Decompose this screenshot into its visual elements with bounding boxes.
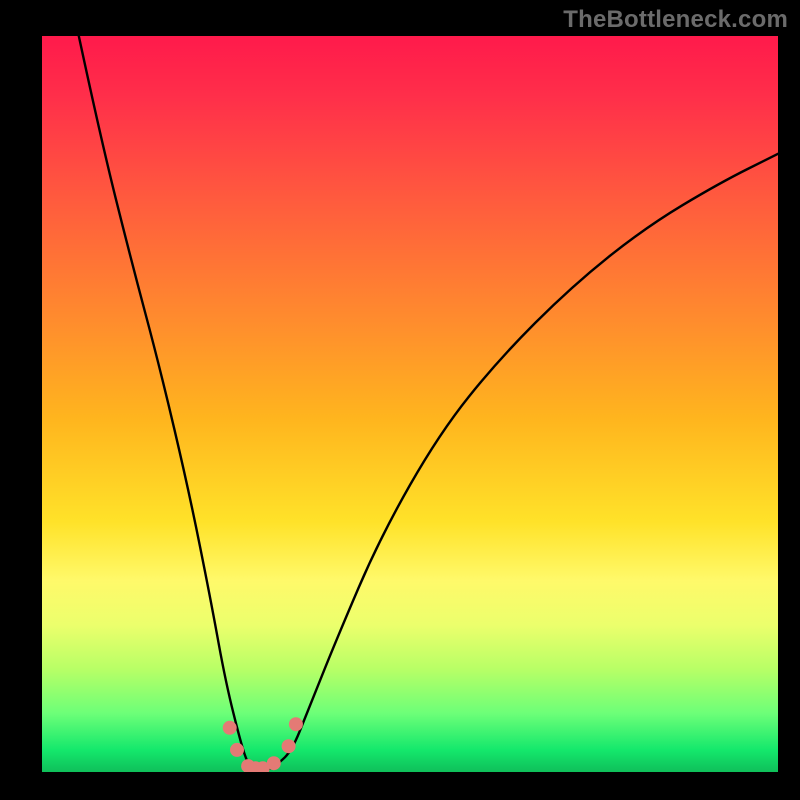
curve-marker [282,739,296,753]
plot-area [42,36,778,772]
curve-marker [289,717,303,731]
curve-marker [230,743,244,757]
curve-marker [267,756,281,770]
bottleneck-curve [42,36,778,772]
watermark-text: TheBottleneck.com [563,6,788,34]
chart-frame: TheBottleneck.com [0,0,800,800]
curve-marker [223,721,237,735]
